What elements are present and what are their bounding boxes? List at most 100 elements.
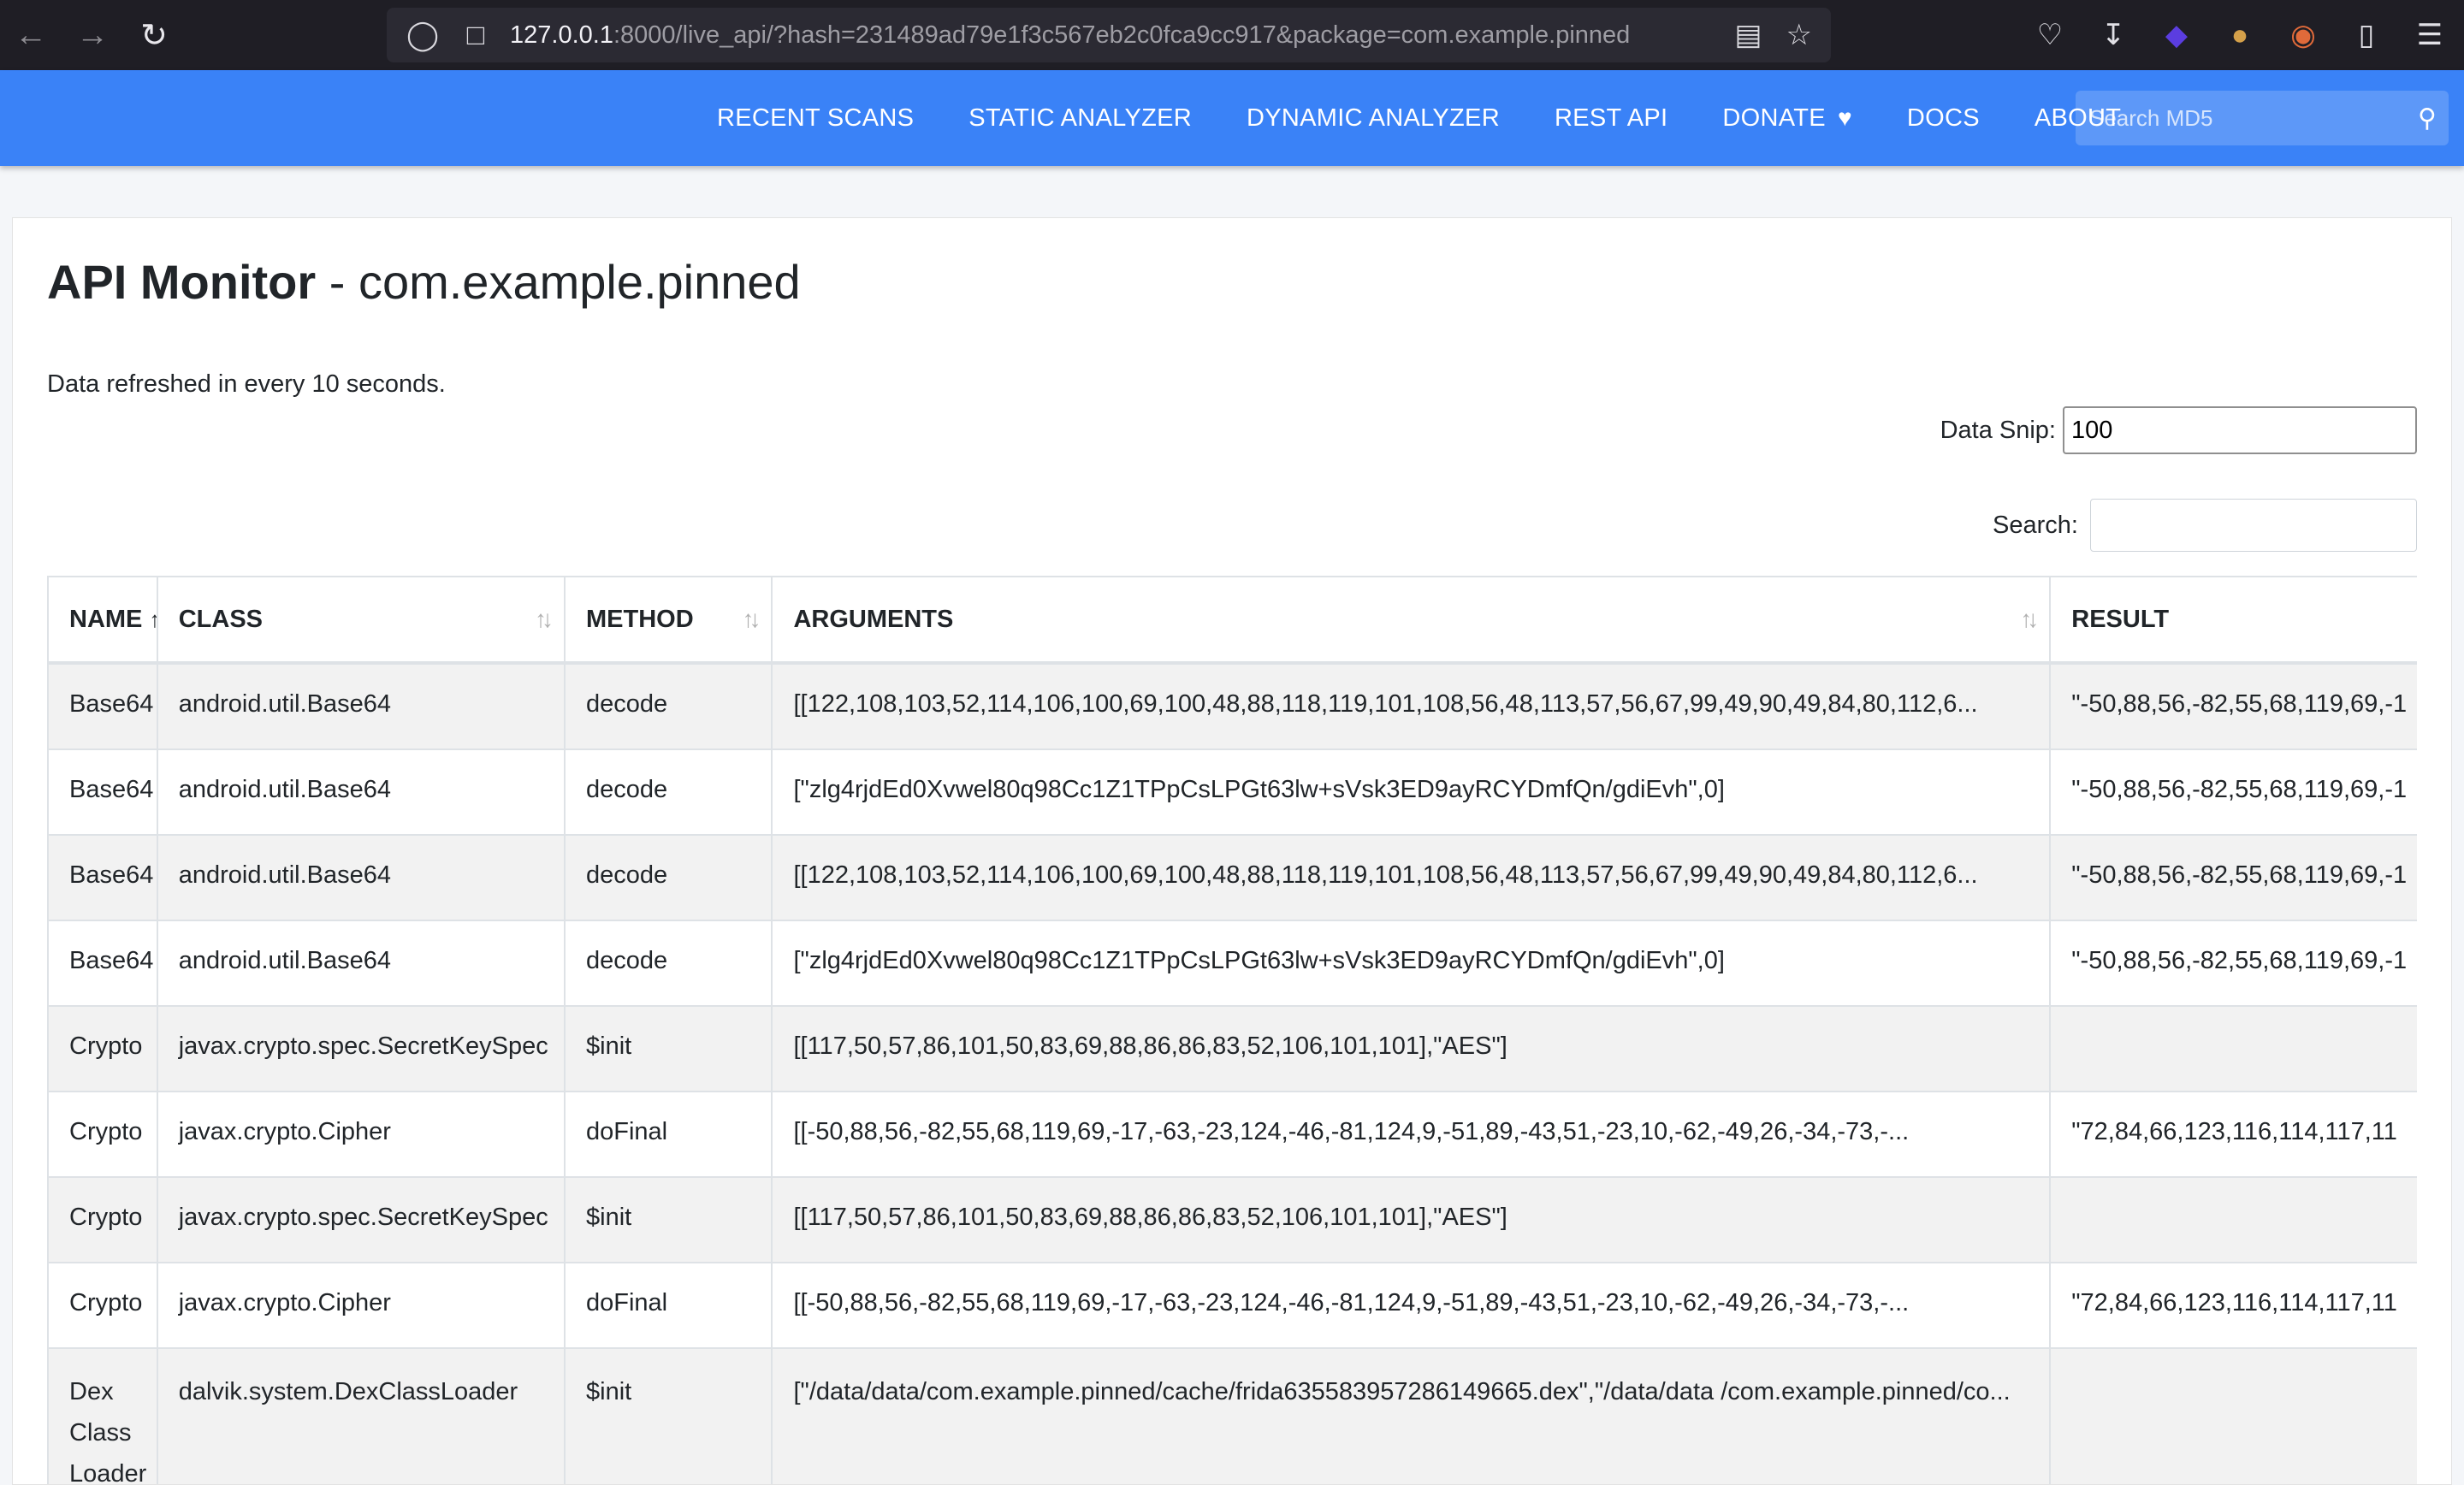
data-snip-row: Data Snip: (1940, 406, 2417, 454)
table-search-row: Search: (1993, 499, 2417, 552)
table-row[interactable]: Crypto javax.crypto.spec.SecretKeySpec $… (47, 1176, 2417, 1263)
cell-name: Crypto (47, 1176, 158, 1263)
cell-result: "-50,88,56,-82,55,68,119,69,-1 (2049, 748, 2417, 836)
cell-arguments: [[117,50,57,86,101,50,83,69,88,86,86,83,… (771, 1005, 2052, 1092)
cell-result: "-50,88,56,-82,55,68,119,69,-1 (2049, 834, 2417, 921)
nav-donate-label: DONATE (1722, 104, 1826, 132)
column-header-label: NAME (69, 605, 143, 633)
cell-class: android.util.Base64 (156, 662, 566, 750)
cell-method: doFinal (563, 1262, 773, 1349)
cell-result: "72,84,66,123,116,114,117,11 (2049, 1262, 2417, 1349)
heart-icon: ♥ (1830, 104, 1852, 131)
nav-menu: RECENT SCANS STATIC ANALYZER DYNAMIC ANA… (690, 70, 2148, 166)
cell-name: Base64 (47, 748, 158, 836)
back-icon[interactable]: ← (0, 0, 62, 70)
cell-arguments: ["zlg4rjdEd0Xvwel80q98Cc1Z1TPpCsLPGt63lw… (771, 748, 2052, 836)
nav-donate[interactable]: DONATE ♥ (1695, 104, 1880, 133)
data-snip-label: Data Snip: (1940, 416, 2056, 444)
cookie-extension-icon[interactable]: ● (2223, 19, 2257, 52)
cell-arguments: ["zlg4rjdEd0Xvwel80q98Cc1Z1TPpCsLPGt63lw… (771, 920, 2052, 1007)
nav-static-analyzer[interactable]: STATIC ANALYZER (941, 104, 1219, 133)
cell-method: decode (563, 834, 773, 921)
column-header-label: ARGUMENTS (793, 605, 954, 633)
cell-class: android.util.Base64 (156, 834, 566, 921)
cell-class: android.util.Base64 (156, 748, 566, 836)
column-header-label: CLASS (178, 605, 264, 633)
api-monitor-table: NAME↑↓ CLASS↑↓ METHOD↑↓ ARGUMENTS↑↓ RESU… (47, 576, 2417, 1484)
cell-result (2049, 1005, 2417, 1092)
address-bar[interactable]: ◯ □ 127.0.0.1:8000/live_api/?hash=231489… (387, 8, 1831, 62)
table-search-label: Search: (1993, 511, 2078, 539)
column-header-result[interactable]: RESULT (2049, 576, 2417, 665)
column-header-class[interactable]: CLASS ↑↓ (156, 576, 566, 665)
pocket-icon[interactable]: ♡ (2033, 18, 2067, 52)
cell-class: javax.crypto.spec.SecretKeySpec (156, 1005, 566, 1092)
cell-arguments: [[122,108,103,52,114,106,100,69,100,48,8… (771, 834, 2052, 921)
page-title-package: - com.example.pinned (316, 255, 801, 309)
cell-method: $init (563, 1176, 773, 1263)
shield-icon[interactable]: ◯ (406, 18, 440, 52)
refresh-notice: Data refreshed in every 10 seconds. (47, 370, 446, 398)
column-header-name[interactable]: NAME↑↓ (47, 576, 158, 665)
forward-icon[interactable]: → (62, 0, 123, 70)
sort-icon: ↑↓ (742, 606, 761, 632)
cell-name: Base64 (47, 834, 158, 921)
url-host: 127.0.0.1 (510, 21, 613, 49)
download-icon[interactable]: ↧ (2096, 18, 2130, 52)
table-search-input[interactable] (2090, 499, 2417, 552)
table-row[interactable]: Base64 android.util.Base64 decode ["zlg4… (47, 920, 2417, 1007)
table-row[interactable]: Base64 android.util.Base64 decode [[122,… (47, 834, 2417, 921)
nav-rest-api[interactable]: REST API (1527, 104, 1695, 133)
search-icon[interactable]: ⚲ (2418, 104, 2437, 133)
page-icon[interactable]: □ (459, 19, 493, 52)
cell-method: $init (563, 1347, 773, 1484)
table-row[interactable]: Dex Class Loader dalvik.system.DexClassL… (47, 1347, 2417, 1484)
cell-result: "-50,88,56,-82,55,68,119,69,-1 (2049, 662, 2417, 750)
cell-method: $init (563, 1005, 773, 1092)
reader-view-icon[interactable]: ▤ (1734, 18, 1762, 52)
page-title: API Monitor - com.example.pinned (47, 254, 801, 310)
cell-arguments: [[117,50,57,86,101,50,83,69,88,86,86,83,… (771, 1176, 2052, 1263)
sort-ascending-icon: ↑↓ (149, 606, 156, 632)
nav-recent-scans[interactable]: RECENT SCANS (690, 104, 941, 133)
app-navbar: RECENT SCANS STATIC ANALYZER DYNAMIC ANA… (0, 70, 2464, 166)
cell-arguments: ["/data/data/com.example.pinned/cache/fr… (771, 1347, 2052, 1484)
extensions-puzzle-icon[interactable]: ▯ (2349, 18, 2384, 52)
data-snip-input[interactable] (2063, 406, 2417, 454)
table-row[interactable]: Base64 android.util.Base64 decode [[122,… (47, 662, 2417, 750)
cell-name: Crypto (47, 1005, 158, 1092)
cell-arguments: [[122,108,103,52,114,106,100,69,100,48,8… (771, 662, 2052, 750)
column-header-arguments[interactable]: ARGUMENTS ↑↓ (771, 576, 2052, 665)
cell-name: Crypto (47, 1091, 158, 1178)
cell-method: doFinal (563, 1091, 773, 1178)
reload-icon[interactable]: ↻ (123, 0, 185, 70)
cell-class: dalvik.system.DexClassLoader (156, 1347, 566, 1484)
nav-docs[interactable]: DOCS (1880, 104, 2007, 133)
table-row[interactable]: Crypto javax.crypto.spec.SecretKeySpec $… (47, 1005, 2417, 1092)
cell-name: Base64 (47, 920, 158, 1007)
table-row[interactable]: Crypto javax.crypto.Cipher doFinal [[-50… (47, 1091, 2417, 1178)
cell-arguments: [[-50,88,56,-82,55,68,119,69,-17,-63,-23… (771, 1091, 2052, 1178)
api-table-wrapper: NAME↑↓ CLASS↑↓ METHOD↑↓ ARGUMENTS↑↓ RESU… (47, 576, 2417, 1484)
cell-class: javax.crypto.spec.SecretKeySpec (156, 1176, 566, 1263)
nav-dynamic-analyzer[interactable]: DYNAMIC ANALYZER (1219, 104, 1527, 133)
url-text[interactable]: 127.0.0.1:8000/live_api/?hash=231489ad79… (510, 21, 1734, 50)
cell-result: "-50,88,56,-82,55,68,119,69,-1 (2049, 920, 2417, 1007)
cell-result (2049, 1347, 2417, 1484)
extension-icon[interactable]: ◆ (2159, 18, 2194, 52)
extension-icon[interactable]: ◉ (2286, 18, 2320, 52)
cell-arguments: [[-50,88,56,-82,55,68,119,69,-17,-63,-23… (771, 1262, 2052, 1349)
table-row[interactable]: Base64 android.util.Base64 decode ["zlg4… (47, 748, 2417, 836)
cell-class: javax.crypto.Cipher (156, 1091, 566, 1178)
column-header-label: METHOD (586, 605, 694, 633)
column-header-label: RESULT (2071, 605, 2170, 633)
content-card: API Monitor - com.example.pinned Data re… (12, 217, 2452, 1485)
cell-name: Dex Class Loader (47, 1347, 158, 1484)
md5-search: ⚲ (2076, 91, 2449, 145)
bookmark-star-icon[interactable]: ☆ (1786, 18, 1812, 52)
cell-result: "72,84,66,123,116,114,117,11 (2049, 1091, 2417, 1178)
menu-icon[interactable]: ☰ (2413, 18, 2447, 52)
column-header-method[interactable]: METHOD ↑↓ (563, 576, 773, 665)
table-row[interactable]: Crypto javax.crypto.Cipher doFinal [[-50… (47, 1262, 2417, 1349)
md5-search-input[interactable] (2076, 104, 2419, 133)
